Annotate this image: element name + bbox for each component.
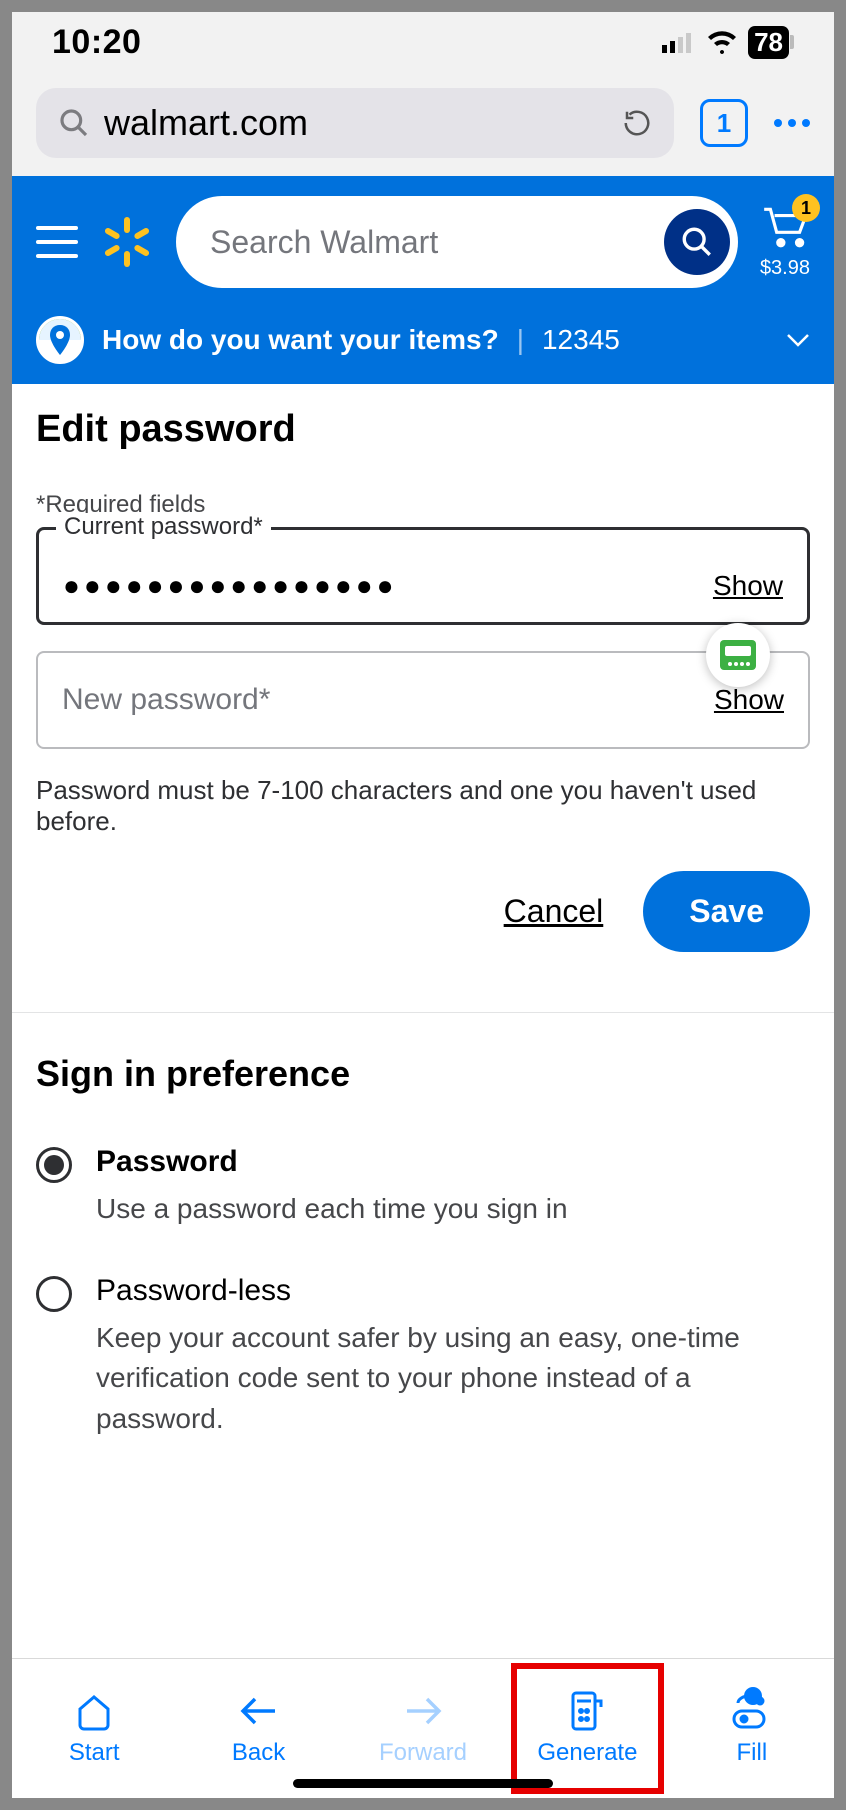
- location-icon: [36, 316, 84, 364]
- search-icon: [58, 107, 90, 139]
- more-icon[interactable]: [774, 119, 810, 127]
- forward-arrow-icon: [403, 1691, 443, 1731]
- option-title: Password-less: [96, 1274, 810, 1308]
- home-icon: [74, 1691, 114, 1731]
- fill-icon: [730, 1691, 774, 1731]
- toolbar-back[interactable]: Back: [176, 1659, 340, 1798]
- cart-badge: 1: [792, 194, 820, 222]
- home-indicator[interactable]: [293, 1779, 553, 1788]
- menu-icon[interactable]: [36, 226, 78, 258]
- save-button[interactable]: Save: [643, 871, 810, 952]
- signin-pref-heading: Sign in preference: [36, 1053, 810, 1095]
- current-password-value: ●●●●●●●●●●●●●●●●: [63, 570, 398, 602]
- tabs-button[interactable]: 1: [700, 99, 748, 147]
- fulfillment-zip: 12345: [542, 324, 620, 356]
- notification-dot-icon: [744, 1687, 762, 1705]
- option-title: Password: [96, 1145, 568, 1179]
- reload-icon[interactable]: [622, 108, 652, 138]
- toolbar-back-label: Back: [232, 1739, 285, 1767]
- toolbar-generate-label: Generate: [537, 1739, 637, 1767]
- url-text: walmart.com: [104, 102, 608, 144]
- signin-option-passwordless[interactable]: Password-less Keep your account safer by…: [36, 1274, 810, 1440]
- cart-button[interactable]: 1 $3.98: [760, 204, 810, 280]
- toolbar-fill-label: Fill: [737, 1739, 768, 1767]
- generate-icon: [567, 1691, 607, 1731]
- toolbar-start[interactable]: Start: [12, 1659, 176, 1798]
- wifi-icon: [706, 30, 738, 54]
- toolbar-forward-label: Forward: [379, 1739, 467, 1767]
- search-button[interactable]: [664, 209, 730, 275]
- site-header: Search Walmart 1 $3.98: [12, 176, 834, 306]
- current-password-label: Current password*: [56, 513, 271, 541]
- new-password-label: New password*: [62, 683, 270, 717]
- show-new-password[interactable]: Show: [714, 684, 784, 716]
- cart-total: $3.98: [760, 257, 810, 280]
- ios-status-bar: 10:20 78: [12, 12, 834, 72]
- status-time: 10:20: [52, 23, 141, 62]
- fulfillment-bar[interactable]: How do you want your items? | 12345: [12, 306, 834, 384]
- url-bar[interactable]: walmart.com: [36, 88, 674, 158]
- page-title: Edit password: [36, 408, 810, 451]
- new-password-field[interactable]: New password* Show: [36, 651, 810, 749]
- search-bar[interactable]: Search Walmart: [176, 196, 738, 288]
- battery-percent: 78: [748, 26, 789, 59]
- toolbar-start-label: Start: [69, 1739, 120, 1767]
- back-arrow-icon: [239, 1691, 279, 1731]
- walmart-logo[interactable]: [100, 215, 154, 269]
- option-desc: Keep your account safer by using an easy…: [96, 1318, 810, 1440]
- chevron-down-icon: [786, 333, 810, 347]
- cellular-icon: [662, 31, 696, 53]
- tabs-count: 1: [717, 108, 731, 139]
- fulfillment-question: How do you want your items?: [102, 324, 499, 356]
- toolbar-generate[interactable]: Generate: [505, 1659, 669, 1798]
- cancel-button[interactable]: Cancel: [504, 893, 604, 930]
- option-desc: Use a password each time you sign in: [96, 1189, 568, 1230]
- show-current-password[interactable]: Show: [713, 570, 783, 602]
- roboform-icon[interactable]: [706, 623, 770, 687]
- radio-checked-icon[interactable]: [36, 1147, 72, 1183]
- toolbar-forward: Forward: [341, 1659, 505, 1798]
- signin-option-password[interactable]: Password Use a password each time you si…: [36, 1145, 810, 1230]
- toolbar-fill[interactable]: Fill: [670, 1659, 834, 1798]
- radio-unchecked-icon[interactable]: [36, 1276, 72, 1312]
- password-hint: Password must be 7-100 characters and on…: [36, 775, 810, 837]
- search-placeholder: Search Walmart: [210, 224, 664, 261]
- battery-icon: 78: [748, 26, 794, 59]
- safari-toolbar: walmart.com 1: [12, 72, 834, 176]
- current-password-field[interactable]: Current password* ●●●●●●●●●●●●●●●● Show: [36, 527, 810, 625]
- extension-toolbar: Start Back Forward Generate: [12, 1658, 834, 1798]
- section-divider: [12, 1012, 834, 1013]
